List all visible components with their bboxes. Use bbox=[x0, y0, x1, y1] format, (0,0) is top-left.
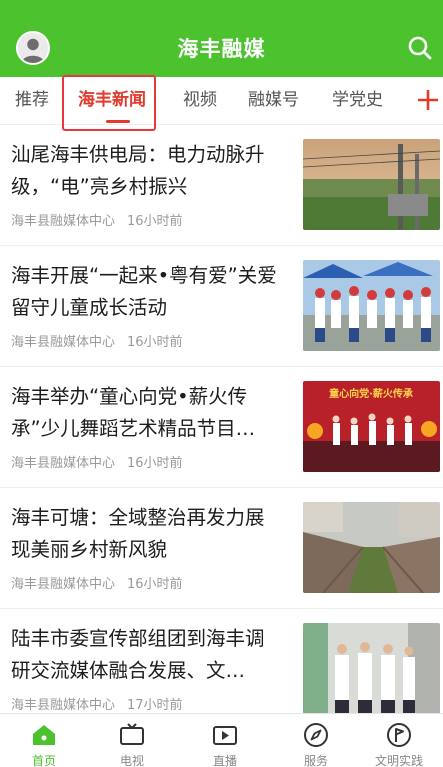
tab-highlight-box bbox=[62, 75, 156, 131]
app-title: 海丰融媒 bbox=[177, 37, 266, 61]
nav-label: 直播 bbox=[212, 754, 237, 767]
news-source: 海丰县融媒体中心 bbox=[11, 698, 116, 713]
news-thumbnail[interactable] bbox=[303, 623, 440, 714]
nav-service[interactable]: 服务 bbox=[272, 714, 360, 767]
bottom-nav: 首页 电视 直播 服务 文明实践 bbox=[0, 713, 443, 767]
nav-civilization-practice[interactable]: 文明实践 bbox=[355, 714, 443, 767]
tab-media-account[interactable]: 融媒号 bbox=[248, 77, 299, 124]
news-thumbnail[interactable] bbox=[303, 139, 440, 230]
news-meta: 海丰县融媒体中心 17小时前 bbox=[11, 694, 183, 713]
tab-recommend[interactable]: 推荐 bbox=[15, 77, 49, 124]
nav-tv[interactable]: 电视 bbox=[88, 714, 176, 767]
home-icon bbox=[31, 722, 57, 748]
app-header: 海丰融媒 bbox=[0, 0, 443, 77]
tv-icon bbox=[119, 722, 145, 748]
news-list: 汕尾海丰供电局：电力动脉升级，“电”亮乡村振兴 海丰县融媒体中心 16小时前 海丰… bbox=[0, 125, 443, 730]
news-time: 17小时前 bbox=[127, 698, 183, 713]
plus-icon[interactable] bbox=[415, 87, 441, 113]
nav-label: 电视 bbox=[119, 754, 144, 767]
news-item[interactable]: 海丰开展“一起来•粤有爱”关爱留守儿童成长活动 海丰县融媒体中心 16小时前 bbox=[0, 246, 443, 367]
news-time: 16小时前 bbox=[127, 335, 183, 350]
news-thumbnail[interactable] bbox=[303, 502, 440, 593]
news-meta: 海丰县融媒体中心 16小时前 bbox=[11, 452, 183, 471]
news-title[interactable]: 海丰举办“童心向党•薪火传承”少儿舞蹈艺术精品节目… bbox=[11, 381, 283, 445]
news-meta: 海丰县融媒体中心 16小时前 bbox=[11, 573, 183, 592]
compass-icon bbox=[303, 722, 329, 748]
news-time: 16小时前 bbox=[127, 456, 183, 471]
search-icon[interactable] bbox=[407, 35, 433, 61]
nav-label: 首页 bbox=[31, 754, 56, 767]
news-item[interactable]: 陆丰市委宣传部组团到海丰调研交流媒体融合发展、文… 海丰县融媒体中心 17小时前 bbox=[0, 609, 443, 730]
tab-party-history[interactable]: 学党史 bbox=[332, 77, 383, 124]
news-meta: 海丰县融媒体中心 16小时前 bbox=[11, 210, 183, 229]
nav-home[interactable]: 首页 bbox=[0, 714, 88, 767]
news-meta: 海丰县融媒体中心 16小时前 bbox=[11, 331, 183, 350]
nav-live[interactable]: 直播 bbox=[181, 714, 269, 767]
nav-label: 文明实践 bbox=[374, 754, 423, 767]
news-thumbnail[interactable]: 童心向党·薪火传承 bbox=[303, 381, 440, 472]
news-item[interactable]: 海丰可塘：全域整治再发力展现美丽乡村新风貌 海丰县融媒体中心 16小时前 bbox=[0, 488, 443, 609]
nav-label: 服务 bbox=[303, 754, 328, 767]
news-item[interactable]: 汕尾海丰供电局：电力动脉升级，“电”亮乡村振兴 海丰县融媒体中心 16小时前 bbox=[0, 125, 443, 246]
news-source: 海丰县融媒体中心 bbox=[11, 214, 116, 229]
news-time: 16小时前 bbox=[127, 577, 183, 592]
news-source: 海丰县融媒体中心 bbox=[11, 335, 116, 350]
tab-video[interactable]: 视频 bbox=[183, 77, 217, 124]
news-title[interactable]: 海丰开展“一起来•粤有爱”关爱留守儿童成长活动 bbox=[11, 260, 283, 324]
news-time: 16小时前 bbox=[127, 214, 183, 229]
thumbnail-banner-text: 童心向党·薪火传承 bbox=[329, 387, 413, 400]
live-video-icon bbox=[212, 722, 238, 748]
news-thumbnail[interactable] bbox=[303, 260, 440, 351]
news-title[interactable]: 海丰可塘：全域整治再发力展现美丽乡村新风貌 bbox=[11, 502, 283, 566]
news-title[interactable]: 陆丰市委宣传部组团到海丰调研交流媒体融合发展、文… bbox=[11, 623, 283, 687]
news-source: 海丰县融媒体中心 bbox=[11, 456, 116, 471]
news-source: 海丰县融媒体中心 bbox=[11, 577, 116, 592]
flag-badge-icon bbox=[386, 722, 412, 748]
news-title[interactable]: 汕尾海丰供电局：电力动脉升级，“电”亮乡村振兴 bbox=[11, 139, 283, 203]
news-item[interactable]: 海丰举办“童心向党•薪火传承”少儿舞蹈艺术精品节目… 海丰县融媒体中心 16小时前… bbox=[0, 367, 443, 488]
